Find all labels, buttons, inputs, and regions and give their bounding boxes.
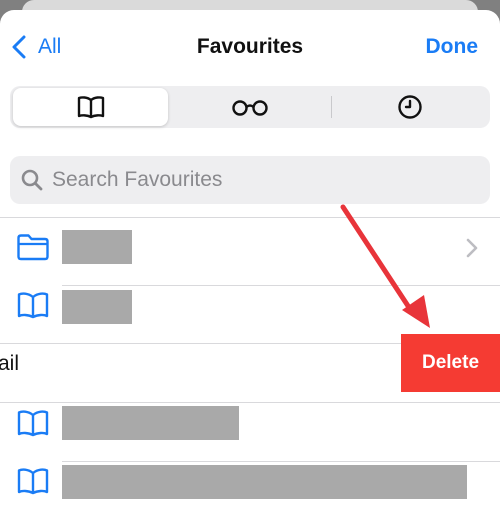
tab-history[interactable] (332, 88, 487, 126)
list-item-bookmark[interactable] (0, 394, 500, 452)
favourites-sheet: All Favourites Done Search Favourites ai… (0, 10, 500, 508)
clock-icon (397, 95, 422, 119)
redacted-label (62, 230, 132, 264)
bookmark-label: ail (0, 352, 20, 375)
delete-button[interactable]: Delete (401, 334, 500, 392)
redacted-label (62, 290, 132, 324)
list-item-swiped[interactable]: ail Delete (0, 334, 500, 392)
list-item-bookmark[interactable] (0, 452, 500, 508)
book-icon (17, 468, 49, 495)
segmented-control (10, 86, 490, 128)
search-icon (21, 169, 43, 191)
list-item-bookmark[interactable] (0, 276, 500, 334)
book-icon (17, 410, 49, 437)
list-item-folder[interactable] (0, 218, 500, 276)
reading-glasses-icon (231, 100, 268, 116)
done-button[interactable]: Done (426, 35, 479, 59)
search-field (10, 156, 490, 204)
redacted-label (62, 406, 239, 440)
book-icon (77, 96, 104, 119)
tab-bookmarks[interactable] (13, 88, 168, 126)
book-icon (17, 292, 49, 319)
chevron-right-icon (466, 238, 478, 258)
folder-icon (17, 234, 49, 261)
redacted-label (62, 465, 467, 499)
tab-reading-list[interactable] (172, 88, 327, 126)
search-input[interactable] (52, 168, 472, 192)
